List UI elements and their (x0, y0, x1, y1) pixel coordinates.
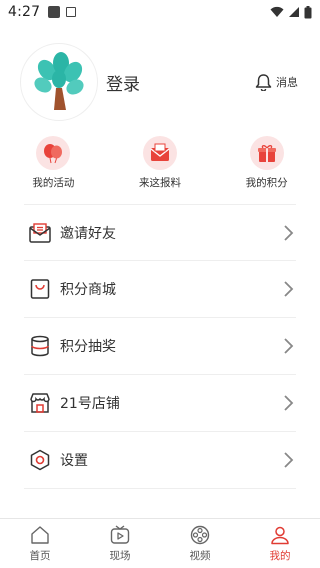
tab-label: 视频 (189, 549, 211, 562)
menu-label: 设置 (60, 453, 88, 469)
tree-logo-icon (34, 52, 84, 110)
film-reel-icon (190, 525, 210, 544)
quick-label: 来这报料 (138, 177, 181, 189)
bell-icon (255, 74, 272, 91)
bottom-tab-bar: 首页 现场 视频 我的 (0, 518, 320, 568)
database-icon (28, 334, 52, 358)
menu-label: 积分商城 (60, 282, 116, 298)
quick-item-my-activities[interactable]: 我的活动 (13, 136, 93, 196)
quick-item-submit-tip[interactable]: 来这报料 (120, 136, 200, 196)
gift-icon (257, 145, 276, 162)
tv-icon (110, 524, 130, 544)
quick-icon-bg (36, 136, 71, 170)
quick-icon-bg (249, 136, 284, 170)
shopping-bag-icon (28, 277, 52, 301)
message-label: 消息 (276, 76, 298, 89)
tab-label: 首页 (29, 549, 51, 562)
message-button[interactable]: 消息 (255, 73, 298, 91)
store-icon (28, 391, 52, 415)
menu-item-points-mall[interactable]: 积分商城 (24, 261, 296, 318)
tab-home[interactable]: 首页 (0, 519, 80, 568)
wifi-icon (270, 6, 284, 17)
envelope-icon (150, 143, 170, 161)
quick-label: 我的积分 (245, 177, 288, 189)
menu-item-settings[interactable]: 设置 (24, 432, 296, 489)
battery-icon (304, 5, 312, 18)
tab-video[interactable]: 视频 (160, 519, 240, 568)
menu-label: 积分抽奖 (60, 339, 116, 355)
tab-mine[interactable]: 我的 (240, 519, 320, 568)
login-label[interactable]: 登录 (106, 70, 140, 95)
status-right (270, 5, 312, 19)
tab-label: 现场 (109, 549, 131, 562)
quick-item-my-points[interactable]: 我的积分 (227, 136, 307, 196)
menu-label: 21号店铺 (60, 396, 120, 412)
balloons-icon (44, 144, 63, 164)
status-bar: 4:27 (0, 0, 320, 24)
user-icon (271, 526, 289, 544)
chevron-right-icon (284, 224, 294, 241)
quick-label: 我的活动 (32, 177, 75, 189)
avatar[interactable] (20, 43, 98, 121)
menu-item-invite-friends[interactable]: 邀请好友 (24, 204, 296, 261)
menu-item-points-lottery[interactable]: 积分抽奖 (24, 318, 296, 375)
chevron-right-icon (284, 395, 294, 411)
notification-icon (48, 6, 61, 18)
quick-icon-bg (142, 136, 177, 170)
tab-label: 我的 (269, 549, 291, 562)
tab-live[interactable]: 现场 (80, 519, 160, 568)
menu-label: 邀请好友 (60, 225, 116, 242)
menu-item-store-21[interactable]: 21号店铺 (24, 375, 296, 432)
chevron-right-icon (284, 338, 294, 354)
chevron-right-icon (284, 281, 294, 297)
settings-icon (28, 448, 52, 472)
profile-header: 登录 消息 (20, 42, 300, 122)
menu-list: 邀请好友 积分商城 积分抽奖 21号店铺 设置 (24, 204, 296, 489)
mail-icon (28, 221, 52, 245)
status-time: 4:27 (8, 4, 41, 20)
signal-icon (289, 7, 299, 17)
home-icon (31, 525, 49, 544)
quick-actions: 我的活动 来这报料 我的积分 (0, 136, 320, 196)
app-notification-icon (66, 7, 77, 17)
chevron-right-icon (284, 452, 294, 468)
